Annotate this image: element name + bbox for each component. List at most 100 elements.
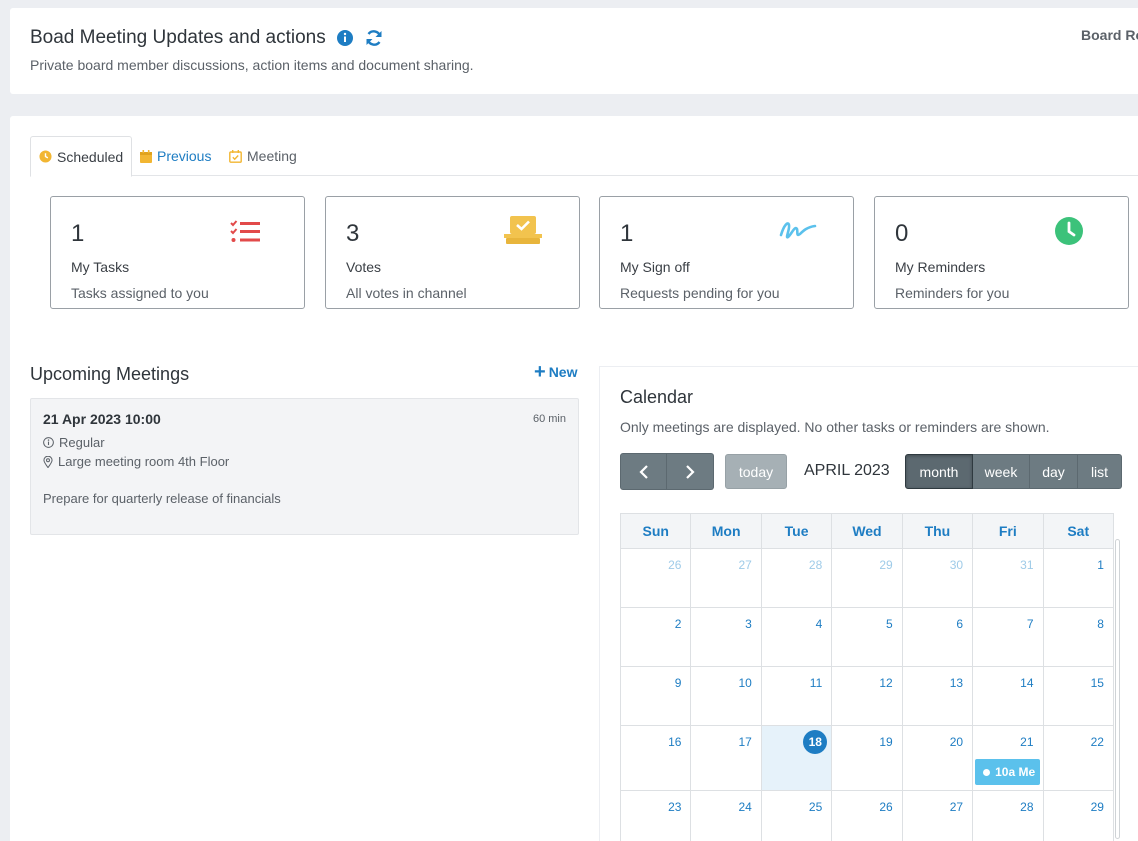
day-number[interactable]: 30	[950, 558, 963, 572]
calendar-day-cell[interactable]: 4	[762, 608, 833, 666]
calendar-day-cell[interactable]: 31	[973, 549, 1044, 607]
day-number[interactable]: 19	[879, 735, 892, 749]
day-number[interactable]: 11	[810, 676, 822, 690]
day-number[interactable]: 16	[668, 735, 681, 749]
calendar-day-cell[interactable]: 13	[903, 667, 974, 725]
day-number[interactable]: 27	[950, 800, 963, 814]
day-number[interactable]: 15	[1091, 676, 1104, 690]
calendar-day-cell[interactable]: 27	[903, 791, 974, 841]
day-number[interactable]: 18	[803, 730, 828, 754]
day-number[interactable]: 25	[809, 800, 822, 814]
breadcrumb[interactable]: Board Ro	[1081, 27, 1138, 43]
card-votes[interactable]: 3 Votes All votes in channel	[325, 196, 580, 309]
day-number[interactable]: 24	[738, 800, 751, 814]
calendar-day-cell[interactable]: 5	[832, 608, 903, 666]
day-number[interactable]: 21	[1020, 735, 1033, 749]
day-number[interactable]: 26	[668, 558, 681, 572]
day-number[interactable]: 13	[950, 676, 963, 690]
day-number[interactable]: 26	[879, 800, 892, 814]
calendar-day-cell[interactable]: 22	[1044, 726, 1113, 790]
today-button[interactable]: today	[725, 454, 787, 489]
day-number[interactable]: 6	[956, 617, 963, 631]
day-header: Sat	[1067, 523, 1090, 539]
view-list-button[interactable]: list	[1078, 454, 1122, 489]
tab-scheduled[interactable]: Scheduled	[30, 136, 133, 177]
day-number[interactable]: 5	[886, 617, 893, 631]
calendar-day-cell[interactable]: 19	[832, 726, 903, 790]
calendar-day-cell[interactable]: 29	[832, 549, 903, 607]
day-number[interactable]: 8	[1097, 617, 1104, 631]
calendar-day-cell[interactable]: 18	[761, 726, 833, 790]
day-number[interactable]: 2	[675, 617, 682, 631]
calendar-day-cell[interactable]: 23	[621, 791, 692, 841]
calendar-day-cell[interactable]: 21 10a Me	[973, 726, 1044, 790]
calendar-day-cell[interactable]: 7	[973, 608, 1044, 666]
day-number[interactable]: 3	[745, 617, 752, 631]
calendar-day-cell[interactable]: 17	[691, 726, 762, 790]
calendar-day-cell[interactable]: 3	[691, 608, 762, 666]
calendar-day-cell[interactable]: 29	[1044, 791, 1113, 841]
view-week-button[interactable]: week	[973, 454, 1030, 489]
calendar-day-cell[interactable]: 8	[1044, 608, 1113, 666]
calendar-day-cell[interactable]: 26	[832, 791, 903, 841]
calendar-day-cell[interactable]: 16	[621, 726, 692, 790]
day-number[interactable]: 20	[950, 735, 963, 749]
card-my-reminders[interactable]: 0 My Reminders Reminders for you	[874, 196, 1129, 309]
meeting-card[interactable]: 21 Apr 2023 10:00 60 min Regular Large m…	[30, 398, 579, 535]
scrollbar-thumb[interactable]	[1115, 539, 1120, 839]
clock-icon	[39, 150, 52, 163]
card-count: 1	[71, 220, 85, 247]
calendar-day-cell[interactable]: 2	[621, 608, 692, 666]
calendar-day-cell[interactable]: 27	[691, 549, 762, 607]
day-number[interactable]: 17	[738, 735, 751, 749]
calendar-day-cell[interactable]: 11	[762, 667, 833, 725]
day-number[interactable]: 29	[1091, 800, 1104, 814]
card-my-sign-off[interactable]: 1 My Sign off Requests pending for you	[599, 196, 854, 309]
day-number[interactable]: 29	[879, 558, 892, 572]
chevron-left-icon	[638, 464, 648, 479]
tab-meeting[interactable]: Meeting	[221, 136, 305, 176]
page-title-text: Boad Meeting Updates and actions	[30, 27, 326, 48]
calendar-day-cell[interactable]: 26	[621, 549, 692, 607]
refresh-icon[interactable]	[364, 28, 384, 48]
view-month-button[interactable]: month	[905, 454, 973, 489]
calendar-day-cell[interactable]: 28	[762, 549, 833, 607]
day-number[interactable]: 10	[738, 676, 751, 690]
day-number[interactable]: 31	[1020, 558, 1033, 572]
calendar-day-cell[interactable]: 1	[1044, 549, 1113, 607]
day-number[interactable]: 23	[668, 800, 681, 814]
day-number[interactable]: 28	[1020, 800, 1033, 814]
card-my-tasks[interactable]: 1 My Tasks Tasks assigned to you	[50, 196, 305, 309]
calendar-day-cell[interactable]: 9	[621, 667, 692, 725]
calendar-day-cell[interactable]: 12	[832, 667, 903, 725]
calendar-day-cell[interactable]: 6	[903, 608, 974, 666]
day-number[interactable]: 1	[1097, 558, 1104, 572]
calendar-event[interactable]: 10a Me	[975, 759, 1041, 785]
calendar-day-headers: Sun Mon Tue Wed Thu Fri Sat	[620, 513, 1114, 549]
view-day-button[interactable]: day	[1030, 454, 1078, 489]
calendar-scrollbar[interactable]	[1114, 513, 1122, 841]
calendar-icon	[140, 149, 152, 163]
day-number[interactable]: 7	[1027, 617, 1034, 631]
day-number[interactable]: 22	[1091, 735, 1104, 749]
next-month-button[interactable]	[667, 453, 714, 490]
calendar-day-cell[interactable]: 24	[691, 791, 762, 841]
calendar-day-cell[interactable]: 30	[903, 549, 974, 607]
day-number[interactable]: 9	[675, 676, 682, 690]
calendar-day-cell[interactable]: 25	[762, 791, 833, 841]
prev-month-button[interactable]	[620, 453, 667, 490]
info-icon[interactable]	[336, 29, 354, 47]
day-number[interactable]: 28	[809, 558, 822, 572]
calendar-day-cell[interactable]: 28	[973, 791, 1044, 841]
calendar-day-cell[interactable]: 20	[903, 726, 974, 790]
calendar-day-cell[interactable]: 10	[691, 667, 762, 725]
clock-icon	[1054, 216, 1084, 251]
calendar-day-cell[interactable]: 14	[973, 667, 1044, 725]
tab-previous[interactable]: Previous	[132, 136, 219, 176]
day-number[interactable]: 12	[879, 676, 892, 690]
new-meeting-button[interactable]: + New	[534, 362, 577, 382]
day-number[interactable]: 14	[1020, 676, 1033, 690]
day-number[interactable]: 4	[816, 617, 823, 631]
day-number[interactable]: 27	[738, 558, 751, 572]
calendar-day-cell[interactable]: 15	[1044, 667, 1113, 725]
